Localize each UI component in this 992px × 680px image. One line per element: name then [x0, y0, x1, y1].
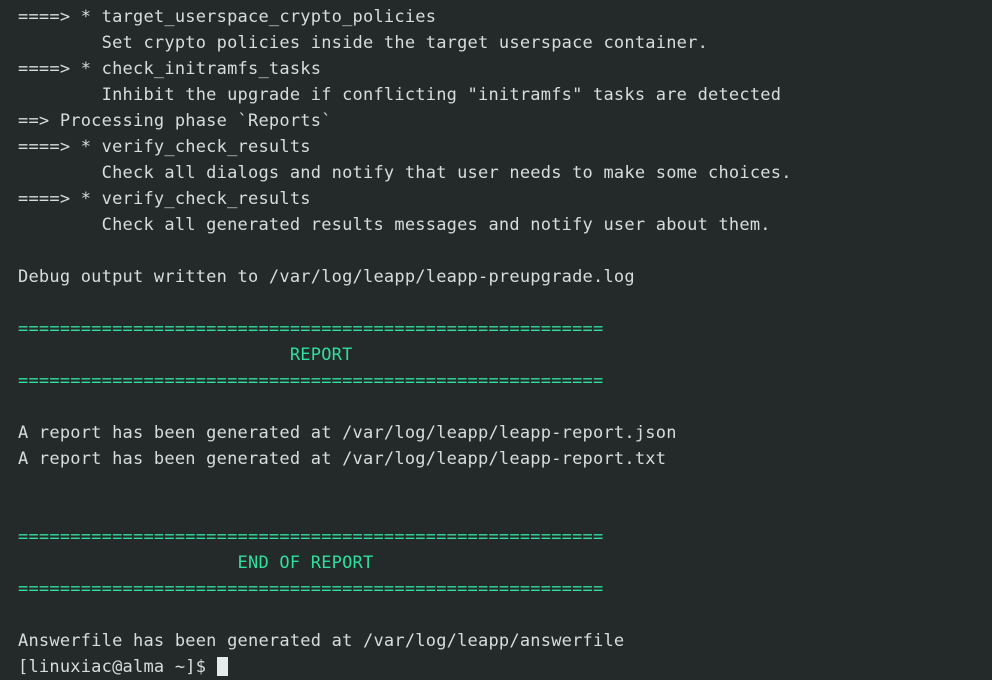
- terminal-line: ========================================…: [18, 319, 604, 339]
- terminal-line: REPORT: [18, 345, 353, 365]
- terminal-line: ====> * check_initramfs_tasks: [18, 59, 322, 79]
- terminal-line: Inhibit the upgrade if conflicting "init…: [18, 85, 782, 105]
- terminal-line: Check all generated results messages and…: [18, 215, 771, 235]
- terminal-line: ==> Processing phase `Reports`: [18, 111, 332, 131]
- terminal-line: ====> * verify_check_results: [18, 189, 311, 209]
- terminal-window[interactable]: ====> * target_userspace_crypto_policies…: [0, 0, 992, 677]
- shell-prompt-line[interactable]: [linuxiac@alma ~]$: [18, 654, 992, 680]
- terminal-line: A report has been generated at /var/log/…: [18, 449, 667, 469]
- terminal-line: Answerfile has been generated at /var/lo…: [18, 631, 625, 651]
- prompt-text: [linuxiac@alma ~]$: [18, 657, 207, 677]
- terminal-line: ========================================…: [18, 527, 604, 547]
- terminal-line: A report has been generated at /var/log/…: [18, 423, 677, 443]
- terminal-line: Set crypto policies inside the target us…: [18, 33, 709, 53]
- terminal-line: Debug output written to /var/log/leapp/l…: [18, 267, 635, 287]
- terminal-line: ====> * verify_check_results: [18, 137, 311, 157]
- terminal-line: ====> * target_userspace_crypto_policies: [18, 7, 437, 27]
- terminal-line: ========================================…: [18, 371, 604, 391]
- text-cursor: [216, 657, 228, 676]
- terminal-line: END OF REPORT: [18, 553, 374, 573]
- terminal-line: Check all dialogs and notify that user n…: [18, 163, 792, 183]
- terminal-output: ====> * target_userspace_crypto_policies…: [18, 4, 992, 654]
- terminal-line: ========================================…: [18, 579, 604, 599]
